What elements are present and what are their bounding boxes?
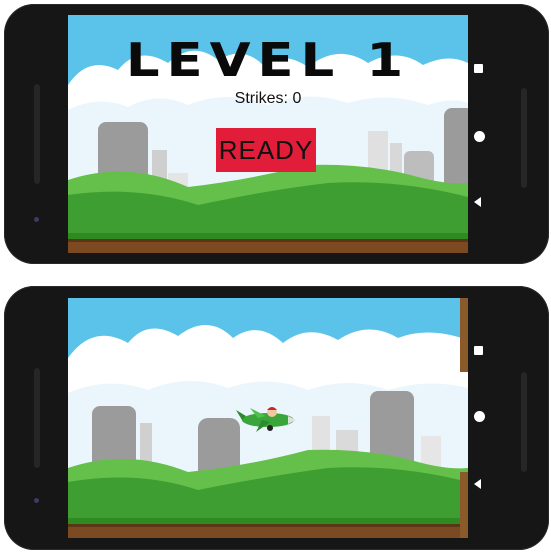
side-slot (34, 368, 40, 468)
side-slot (521, 372, 527, 472)
phone-bottom (4, 286, 549, 550)
strikes-counter: Strikes: 0 (234, 90, 302, 107)
square-icon[interactable] (474, 64, 486, 76)
level-title: LEVEL 1 (125, 33, 411, 87)
triangle-back-icon[interactable] (474, 479, 486, 491)
side-slot (521, 88, 527, 188)
front-camera (34, 217, 39, 222)
side-slot (34, 84, 40, 184)
ready-button[interactable]: READY (216, 128, 316, 172)
circle-icon[interactable] (474, 131, 486, 143)
circle-icon[interactable] (474, 411, 486, 423)
square-icon[interactable] (474, 346, 486, 358)
game-screen-level-intro[interactable]: LEVEL 1 Strikes: 0 READY (68, 15, 468, 253)
front-camera (34, 498, 39, 503)
game-screen-playing[interactable] (68, 298, 468, 538)
plane-icon (236, 407, 296, 432)
triangle-back-icon[interactable] (474, 197, 486, 209)
phone-top: LEVEL 1 Strikes: 0 READY (4, 4, 549, 264)
